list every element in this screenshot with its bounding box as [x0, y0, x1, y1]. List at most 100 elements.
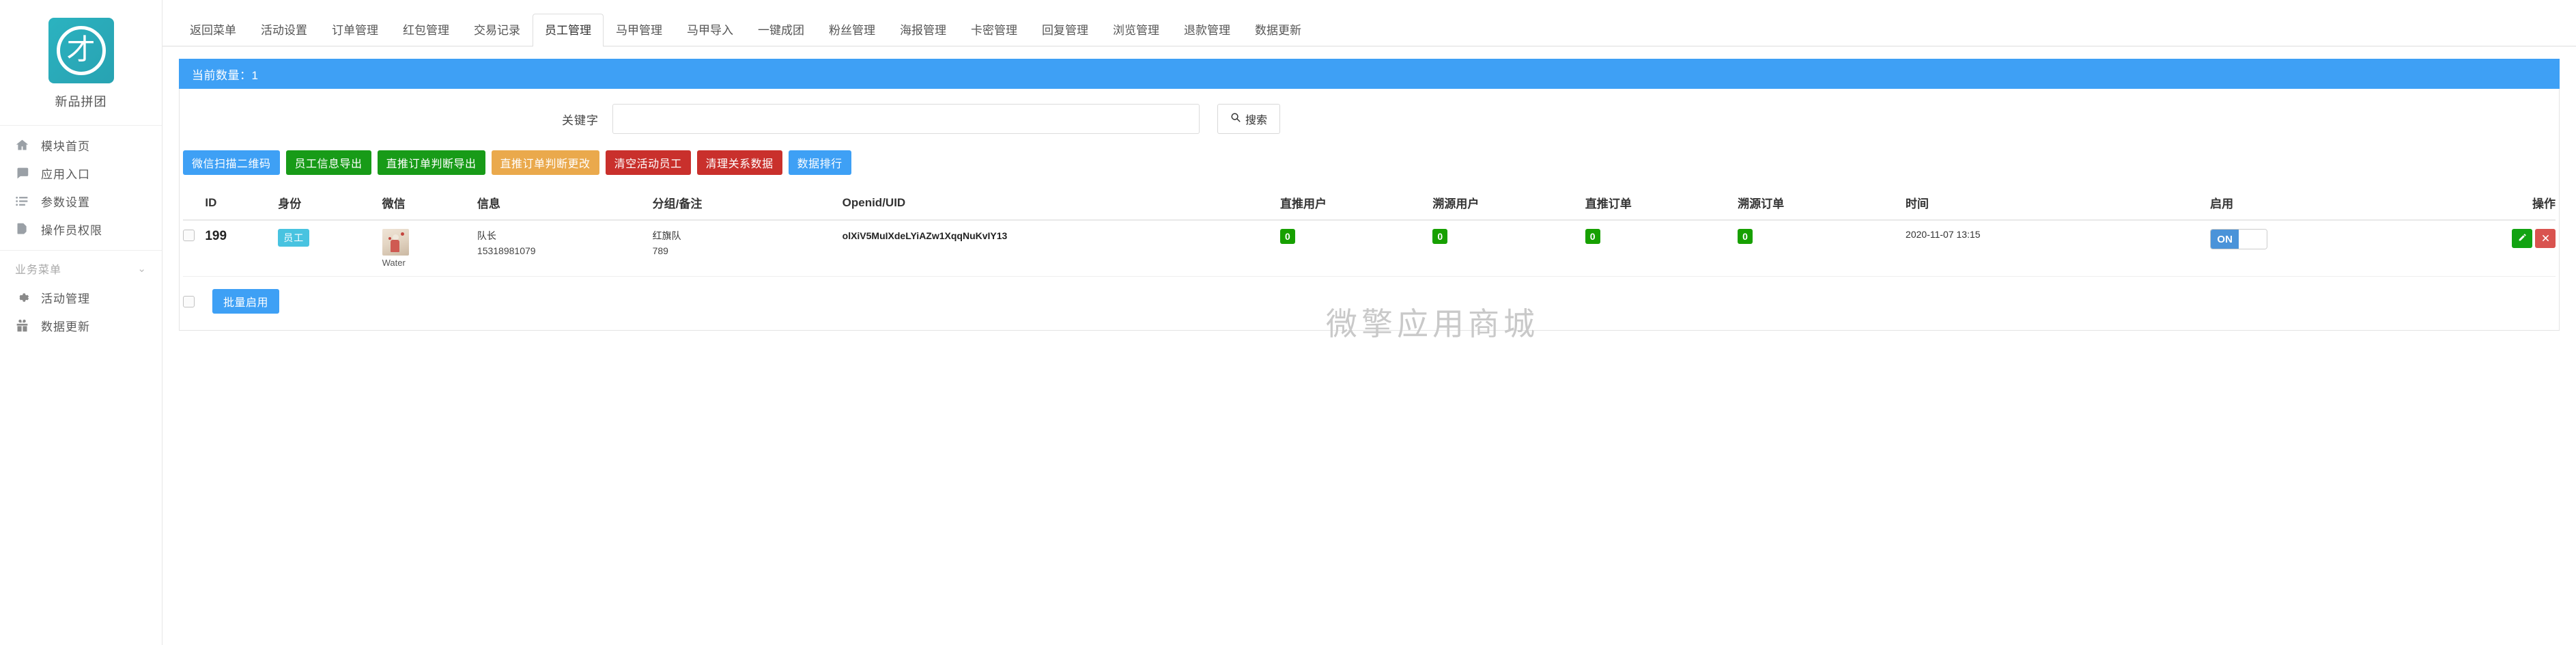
row-checkbox[interactable]: [183, 229, 195, 241]
row-checkbox-cell: [183, 220, 206, 277]
footer-row: 批量启用: [180, 277, 2559, 314]
header-checkbox-col: [183, 190, 206, 221]
toggle-knob: [2239, 230, 2267, 249]
data-rank-button[interactable]: 数据排行: [788, 150, 851, 175]
cell-operations: [2512, 220, 2556, 277]
cell-wechat: Water: [382, 220, 477, 277]
sidebar-item-entry[interactable]: 应用入口: [0, 159, 162, 187]
main-area: 返回菜单 活动设置 订单管理 红包管理 交易记录 员工管理 马甲管理 马甲导入 …: [162, 0, 2576, 645]
sidebar-group-business[interactable]: 业务菜单 ⌄: [0, 251, 162, 284]
info-line-2: 15318981079: [477, 245, 536, 256]
header-trace-users: 溯源用户: [1432, 190, 1585, 221]
header-time: 时间: [1906, 190, 2211, 221]
sidebar-item-data-update[interactable]: 数据更新: [0, 312, 162, 340]
search-panel: 关键字 搜索 微信扫描二维码 员工信息导出 直推订单判断导出 直推订单判断更改 …: [179, 89, 2560, 331]
sidebar-item-label: 活动管理: [41, 292, 90, 305]
tab-staff-management[interactable]: 员工管理: [533, 14, 604, 46]
search-button-label: 搜索: [1245, 115, 1268, 126]
tab-redpacket-management[interactable]: 红包管理: [391, 14, 462, 46]
avatar-cell: Water: [382, 229, 477, 268]
page-root: 才 新品拼团 模块首页 应用入口 参数设置 操作员权限 业务菜单 ⌄ 活动管理 …: [0, 0, 2576, 645]
cell-trace-orders: 0: [1738, 220, 1906, 277]
logo-ring: 才: [56, 26, 106, 75]
tab-fans-management[interactable]: 粉丝管理: [817, 14, 888, 46]
enable-toggle[interactable]: ON: [2210, 229, 2268, 249]
row-id-value: 199: [205, 229, 227, 243]
tab-vest-import[interactable]: 马甲导入: [675, 14, 746, 46]
delete-row-button[interactable]: [2535, 229, 2556, 248]
home-icon: [15, 138, 41, 152]
tab-vest-management[interactable]: 马甲管理: [604, 14, 675, 46]
gear-icon: [15, 290, 41, 305]
staff-info-export-button[interactable]: 员工信息导出: [285, 150, 371, 175]
search-button[interactable]: 搜索: [1217, 104, 1281, 134]
wechat-scan-qr-button[interactable]: 微信扫描二维码: [183, 150, 280, 175]
cell-id: 199: [205, 220, 279, 277]
sidebar-item-activity[interactable]: 活动管理: [0, 284, 162, 312]
direct-users-badge: 0: [1279, 229, 1295, 244]
select-all-checkbox[interactable]: [183, 295, 195, 307]
trace-orders-badge: 0: [1738, 229, 1753, 244]
table-row: 199 员工 Water 队长 15318981079 红旗队 789 olXi…: [183, 220, 2556, 277]
sidebar: 才 新品拼团 模块首页 应用入口 参数设置 操作员权限 业务菜单 ⌄ 活动管理 …: [0, 0, 162, 645]
search-input[interactable]: [612, 104, 1200, 134]
gift-icon: [15, 318, 41, 333]
sidebar-item-permissions[interactable]: 操作员权限: [0, 215, 162, 243]
table-header: ID 身份 微信 信息 分组/备注 Openid/UID 直推用户 溯源用户 直…: [183, 190, 2556, 221]
avatar-nickname: Water: [382, 258, 406, 268]
clear-activity-staff-button[interactable]: 清空活动员工: [605, 150, 691, 175]
sidebar-business-group: 活动管理 数据更新: [0, 284, 162, 340]
tabbar: 返回菜单 活动设置 订单管理 红包管理 交易记录 员工管理 马甲管理 马甲导入 …: [162, 0, 2576, 46]
openid-value: olXiV5MuIXdeLYiAZw1XqqNuKvIY13: [842, 230, 1008, 241]
header-direct-users: 直推用户: [1279, 190, 1433, 221]
header-trace-orders: 溯源订单: [1738, 190, 1906, 221]
tab-order-management[interactable]: 订单管理: [320, 14, 391, 46]
document-edit-icon: [15, 222, 41, 236]
tab-poster-management[interactable]: 海报管理: [888, 14, 959, 46]
sidebar-group-label: 业务菜单: [15, 264, 62, 276]
cell-direct-orders: 0: [1585, 220, 1738, 277]
sidebar-item-label: 数据更新: [41, 320, 90, 333]
header-openid: Openid/UID: [842, 190, 1280, 221]
tab-card-management[interactable]: 卡密管理: [959, 14, 1030, 46]
header-direct-orders: 直推订单: [1585, 190, 1738, 221]
info-line-1: 队长: [477, 230, 496, 241]
keyword-label: 关键字: [562, 113, 599, 127]
chat-icon: [15, 166, 41, 180]
sidebar-item-home[interactable]: 模块首页: [0, 131, 162, 159]
cell-role: 员工: [278, 220, 382, 277]
sidebar-item-settings[interactable]: 参数设置: [0, 187, 162, 215]
list-icon: [15, 194, 41, 208]
header-info: 信息: [477, 190, 653, 221]
tab-return-menu[interactable]: 返回菜单: [178, 14, 249, 46]
operations-group: [2512, 229, 2556, 248]
tab-reply-management[interactable]: 回复管理: [1030, 14, 1101, 46]
avatar: [382, 229, 409, 256]
logo-glyph: 才: [66, 33, 96, 66]
header-id: ID: [205, 190, 279, 221]
tab-transaction-records[interactable]: 交易记录: [462, 14, 533, 46]
app-logo: 才: [48, 18, 114, 83]
header-enable: 启用: [2210, 190, 2512, 221]
close-icon: [2542, 233, 2549, 244]
header-role: 身份: [278, 190, 382, 221]
staff-table: ID 身份 微信 信息 分组/备注 Openid/UID 直推用户 溯源用户 直…: [183, 190, 2556, 277]
sidebar-item-label: 模块首页: [41, 140, 90, 153]
clear-relation-data-button[interactable]: 清理关系数据: [696, 150, 782, 175]
group-line-1: 红旗队: [652, 230, 681, 241]
tab-browse-management[interactable]: 浏览管理: [1101, 14, 1172, 46]
sidebar-item-label: 应用入口: [41, 168, 90, 181]
tab-activity-settings[interactable]: 活动设置: [249, 14, 320, 46]
tab-data-update[interactable]: 数据更新: [1243, 14, 1314, 46]
chevron-down-icon: ⌄: [137, 263, 147, 275]
group-line-2: 789: [652, 245, 668, 256]
tab-one-click-group[interactable]: 一键成团: [746, 14, 817, 46]
action-button-row: 微信扫描二维码 员工信息导出 直推订单判断导出 直推订单判断更改 清空活动员工 …: [180, 134, 2559, 175]
tab-refund-management[interactable]: 退款管理: [1172, 14, 1243, 46]
edit-row-button[interactable]: [2512, 229, 2532, 248]
direct-order-judge-change-button[interactable]: 直推订单判断更改: [491, 150, 599, 175]
direct-order-judge-export-button[interactable]: 直推订单判断导出: [377, 150, 485, 175]
batch-enable-button[interactable]: 批量启用: [212, 289, 280, 314]
cell-enable: ON: [2210, 220, 2512, 277]
app-name: 新品拼团: [55, 95, 107, 109]
